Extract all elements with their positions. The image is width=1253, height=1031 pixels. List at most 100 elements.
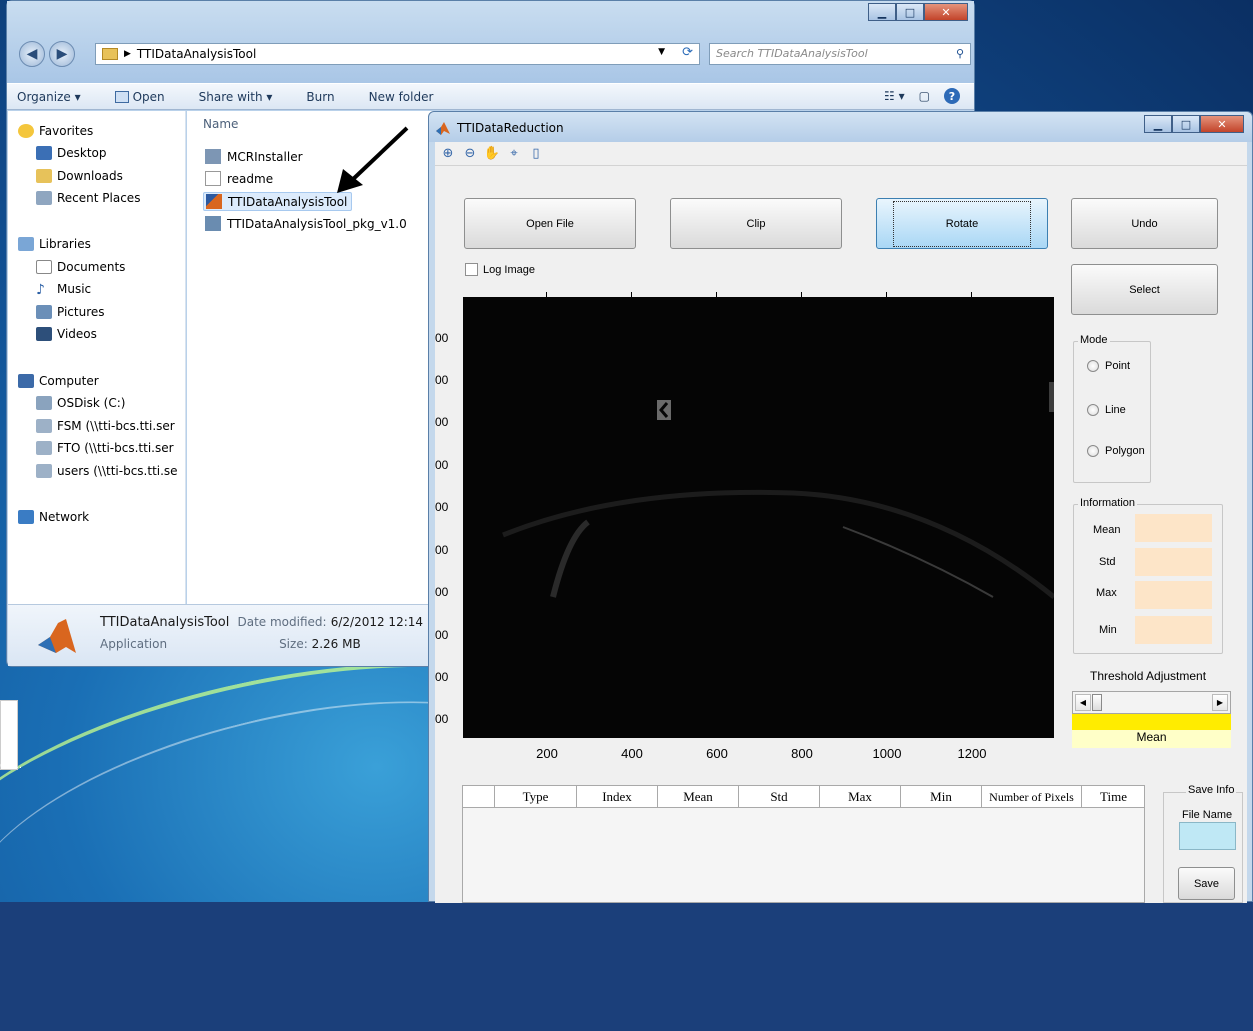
- select-button[interactable]: Select: [1071, 264, 1218, 315]
- address-bar[interactable]: ▶ TTIDataAnalysisTool ▼ ⟳: [95, 43, 700, 65]
- radio-circle[interactable]: [1087, 404, 1099, 416]
- nav-videos[interactable]: Videos: [36, 327, 97, 341]
- mode-line-radio[interactable]: Line: [1087, 404, 1126, 416]
- radio-circle[interactable]: [1087, 360, 1099, 372]
- nav-network[interactable]: Network: [18, 510, 89, 524]
- details-filename: TTIDataAnalysisTool: [100, 615, 230, 630]
- rotate-button[interactable]: Rotate: [876, 198, 1048, 249]
- save-button[interactable]: Save: [1178, 867, 1235, 900]
- nav-osdisk[interactable]: OSDisk (C:): [36, 396, 125, 410]
- open-file-button[interactable]: Open File: [464, 198, 636, 249]
- share-with-button[interactable]: Share with ▾: [199, 90, 273, 104]
- minimize-button[interactable]: ▁: [1144, 115, 1172, 133]
- views-icon[interactable]: ☷ ▾: [884, 89, 905, 103]
- checkbox-box[interactable]: [465, 263, 478, 276]
- file-name-input[interactable]: [1179, 822, 1236, 850]
- table-column-header[interactable]: Max: [820, 786, 901, 808]
- file-item-selected[interactable]: TTIDataAnalysisTool: [203, 192, 353, 211]
- search-icon[interactable]: ⚲: [956, 44, 964, 64]
- address-path[interactable]: TTIDataAnalysisTool: [137, 47, 256, 61]
- table-column-header[interactable]: Std: [739, 786, 820, 808]
- nav-documents-label: Documents: [57, 260, 126, 274]
- nav-recent-places[interactable]: Recent Places: [36, 191, 140, 205]
- file-item[interactable]: MCRInstaller: [205, 149, 303, 164]
- nav-fto[interactable]: FTO (\\tti-bcs.tti.ser: [36, 441, 174, 455]
- file-item[interactable]: readme: [205, 171, 273, 186]
- nav-favorites[interactable]: Favorites: [18, 124, 93, 138]
- zoom-in-icon[interactable]: ⊕: [439, 145, 457, 163]
- address-dropdown-icon[interactable]: ▼: [658, 47, 665, 57]
- maximize-button[interactable]: □: [1172, 115, 1200, 133]
- file-name: TTIDataAnalysisTool_pkg_v1.0: [227, 216, 407, 231]
- desktop-icon-label[interactable]: ou...: [0, 760, 22, 771]
- undo-button[interactable]: Undo: [1071, 198, 1218, 249]
- search-input[interactable]: Search TTIDataAnalysisTool ⚲: [709, 43, 971, 65]
- nav-libraries-label: Libraries: [39, 237, 91, 251]
- mode-point-radio[interactable]: Point: [1087, 360, 1130, 372]
- save-info-title: Save Info: [1186, 784, 1237, 796]
- close-button[interactable]: ✕: [1200, 115, 1244, 133]
- data-cursor-icon[interactable]: ⌖: [505, 145, 523, 163]
- nav-users[interactable]: users (\\tti-bcs.tti.se: [36, 464, 178, 478]
- mean-value-field: [1135, 514, 1212, 542]
- nav-computer[interactable]: Computer: [18, 374, 99, 388]
- open-button[interactable]: Open: [114, 90, 165, 104]
- documents-icon: [36, 260, 52, 274]
- mode-polygon-radio[interactable]: Polygon: [1087, 445, 1145, 457]
- table-header: Type Index Mean Std Max Min Number of Pi…: [463, 786, 1144, 808]
- slider-thumb[interactable]: [1092, 694, 1102, 711]
- image-axes[interactable]: [463, 297, 1054, 738]
- min-value-field: [1135, 616, 1212, 644]
- file-item[interactable]: TTIDataAnalysisTool_pkg_v1.0: [205, 216, 407, 231]
- new-folder-button[interactable]: New folder: [369, 90, 434, 104]
- folder-icon: [102, 48, 118, 60]
- downloads-icon: [36, 169, 52, 183]
- results-table[interactable]: Type Index Mean Std Max Min Number of Pi…: [462, 785, 1145, 903]
- text-file-icon: [205, 171, 221, 186]
- table-column-header[interactable]: [463, 786, 495, 808]
- file-name: MCRInstaller: [227, 149, 303, 164]
- preview-pane-icon[interactable]: ▢: [919, 89, 930, 103]
- threshold-slider[interactable]: ◀ ▶: [1072, 691, 1231, 714]
- back-button[interactable]: ◀: [19, 41, 45, 67]
- refresh-icon[interactable]: ⟳: [682, 45, 693, 60]
- nav-libraries[interactable]: Libraries: [18, 237, 91, 251]
- network-drive-icon: [36, 464, 52, 478]
- table-column-header[interactable]: Mean: [658, 786, 739, 808]
- column-header-name[interactable]: Name: [203, 117, 238, 131]
- nav-documents[interactable]: Documents: [36, 260, 125, 274]
- nav-downloads[interactable]: Downloads: [36, 169, 123, 183]
- y-tick-label: 00: [435, 543, 449, 557]
- view-controls: ☷ ▾ ▢ ?: [884, 88, 960, 104]
- slider-left-arrow-icon[interactable]: ◀: [1075, 694, 1091, 711]
- close-button[interactable]: ✕: [924, 3, 968, 21]
- nav-fsm[interactable]: FSM (\\tti-bcs.tti.ser: [36, 419, 175, 433]
- pan-hand-icon[interactable]: ✋: [483, 145, 501, 163]
- burn-button[interactable]: Burn: [306, 90, 334, 104]
- table-column-header[interactable]: Time: [1082, 786, 1145, 808]
- zoom-out-icon[interactable]: ⊖: [461, 145, 479, 163]
- installer-icon: [205, 149, 221, 164]
- table-column-header[interactable]: Number of Pixels: [982, 786, 1082, 808]
- x-tick-top: [971, 292, 972, 297]
- maximize-button[interactable]: □: [896, 3, 924, 21]
- nav-music[interactable]: ♪ Music: [36, 282, 91, 298]
- clip-button[interactable]: Clip: [670, 198, 842, 249]
- radio-circle[interactable]: [1087, 445, 1099, 457]
- y-tick-label: 00: [435, 415, 449, 429]
- table-column-header[interactable]: Type: [495, 786, 577, 808]
- log-image-label: Log Image: [483, 263, 535, 276]
- forward-button[interactable]: ▶: [49, 41, 75, 67]
- help-icon[interactable]: ?: [944, 88, 960, 104]
- nav-desktop[interactable]: Desktop: [36, 146, 107, 160]
- organize-button[interactable]: Organize ▾: [17, 90, 81, 104]
- minimize-button[interactable]: ▁: [868, 3, 896, 21]
- x-tick-top: [716, 292, 717, 297]
- y-tick-label: 00: [435, 458, 449, 472]
- table-column-header[interactable]: Index: [577, 786, 658, 808]
- slider-right-arrow-icon[interactable]: ▶: [1212, 694, 1228, 711]
- colorbar-icon[interactable]: ▯: [527, 145, 545, 163]
- nav-pictures[interactable]: Pictures: [36, 305, 105, 319]
- log-image-checkbox[interactable]: Log Image: [465, 263, 535, 276]
- table-column-header[interactable]: Min: [901, 786, 982, 808]
